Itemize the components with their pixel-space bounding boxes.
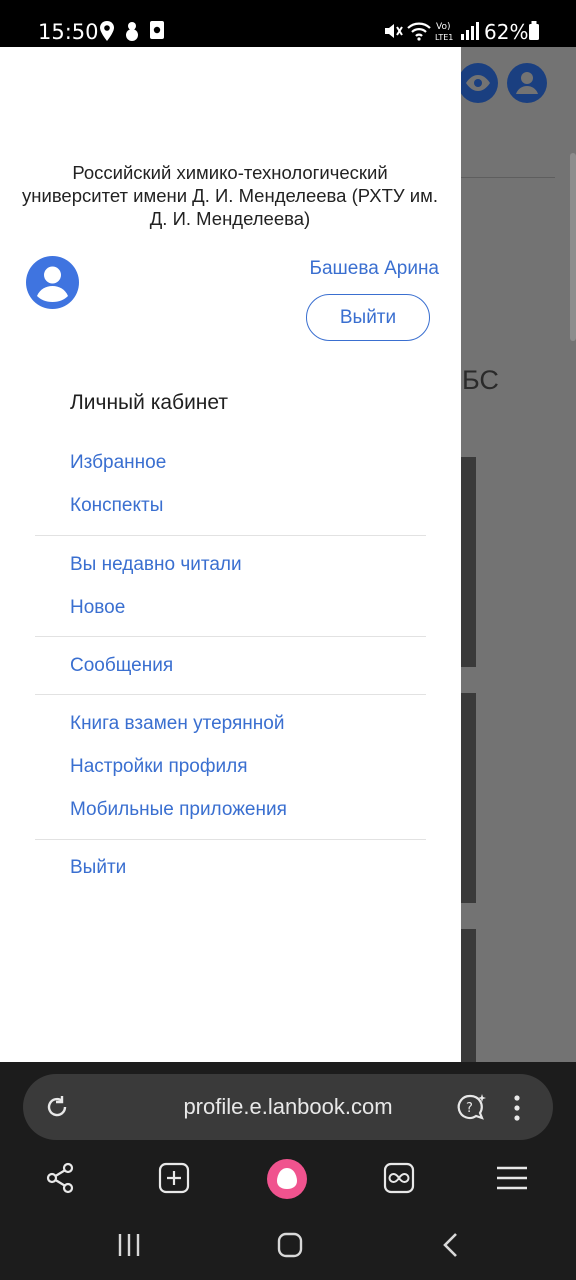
location-icon (98, 20, 116, 47)
signal-icon (460, 20, 480, 47)
more-vert-icon[interactable] (513, 1094, 521, 1127)
home-icon[interactable] (277, 1232, 303, 1263)
book-card[interactable] (461, 929, 476, 1062)
menu-item-new[interactable]: Новое (70, 597, 125, 619)
book-card[interactable] (461, 693, 476, 903)
svg-text:Vo): Vo) (436, 22, 450, 32)
volte-icon: Vo) LTE1 (435, 19, 457, 48)
alice-icon[interactable] (266, 1158, 308, 1205)
url-field[interactable]: profile.e.lanbook.com ? (23, 1074, 553, 1140)
menu-item-mobile-apps[interactable]: Мобильные приложения (70, 799, 287, 821)
menu-item-lost-book[interactable]: Книга взамен утерянной (70, 713, 284, 735)
status-time: 15:50 (38, 20, 99, 44)
recent-apps-icon[interactable] (117, 1232, 141, 1263)
menu-divider (35, 694, 426, 695)
svg-text:?: ? (466, 1101, 473, 1116)
browser-toolbar (0, 1152, 576, 1212)
share-icon[interactable] (44, 1161, 78, 1200)
menu-divider (35, 535, 426, 536)
tabs-icon[interactable] (382, 1161, 416, 1200)
battery-level: 62% (484, 20, 529, 44)
menu-icon[interactable] (495, 1161, 529, 1200)
avatar (26, 256, 79, 309)
user-avatar-icon (26, 256, 79, 309)
menu-item-favorites[interactable]: Избранное (70, 452, 166, 474)
status-bar: 15:50 Vo) LTE1 62% (0, 0, 576, 47)
assistant-icon[interactable]: ? (456, 1092, 488, 1129)
account-icon[interactable] (507, 63, 547, 103)
book-card[interactable] (461, 457, 476, 667)
wifi-icon (406, 20, 432, 47)
screenshot-icon (149, 20, 165, 45)
menu-item-recently-read[interactable]: Вы недавно читали (70, 554, 242, 576)
svg-text:LTE1: LTE1 (435, 33, 453, 42)
logout-button[interactable]: Выйти (306, 294, 430, 341)
page-heading-fragment: БС (462, 365, 499, 395)
menu-divider (35, 636, 426, 637)
mute-icon (382, 20, 404, 47)
system-navigation-bar (0, 1212, 576, 1280)
menu-item-profile-settings[interactable]: Настройки профиля (70, 756, 248, 778)
page-scrollbar[interactable] (570, 153, 576, 341)
user-name[interactable]: Башева Арина (310, 258, 439, 280)
university-name: Российский химико-технологический универ… (22, 162, 438, 229)
browser-address-bar: profile.e.lanbook.com ? (0, 1062, 576, 1152)
navigation-drawer: Российский химико-технологический универ… (0, 47, 461, 1062)
section-title: Личный кабинет (70, 391, 228, 414)
menu-item-logout[interactable]: Выйти (70, 857, 126, 879)
menu-item-messages[interactable]: Сообщения (70, 655, 173, 677)
back-icon[interactable] (441, 1232, 461, 1263)
menu-divider (35, 839, 426, 840)
menu-item-notes[interactable]: Конспекты (70, 495, 163, 517)
header-divider (461, 177, 555, 178)
new-tab-icon[interactable] (157, 1161, 191, 1200)
battery-icon (528, 20, 540, 47)
snowman-icon (122, 20, 142, 47)
eye-icon[interactable] (458, 63, 498, 103)
